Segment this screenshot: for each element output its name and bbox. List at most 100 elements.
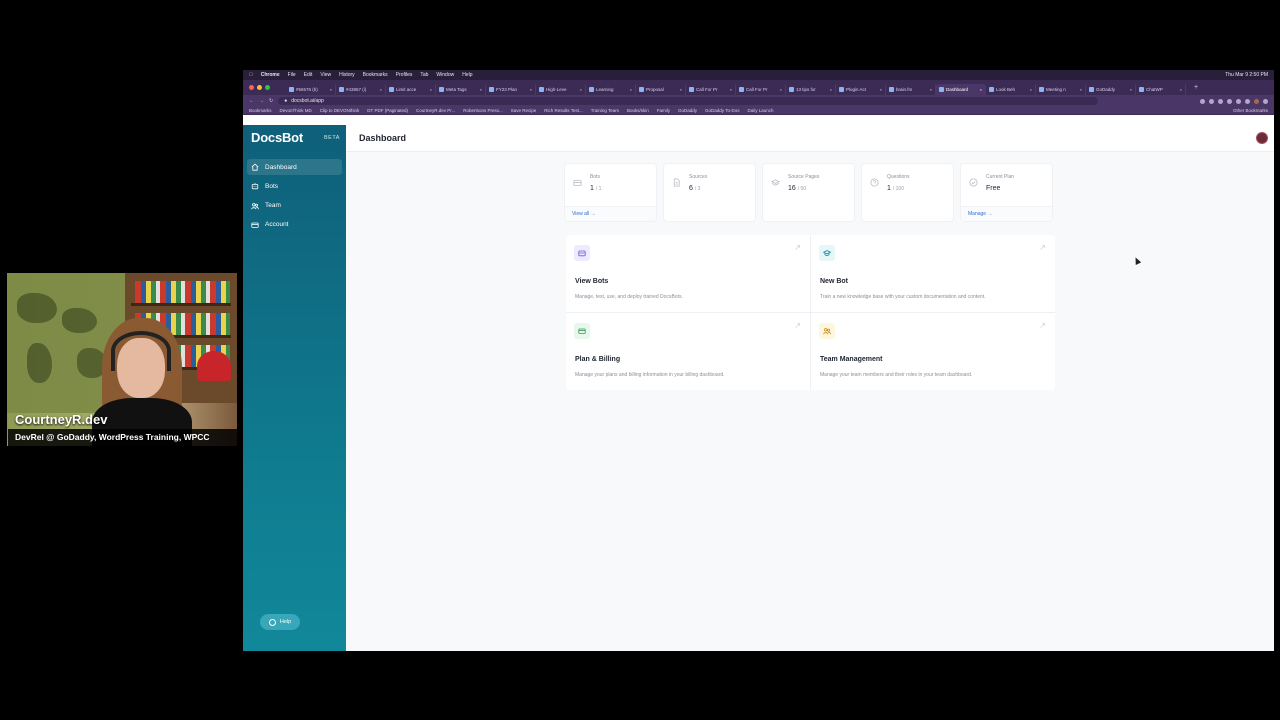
sidebar-item-account[interactable]: Account xyxy=(247,217,342,233)
favicon-icon xyxy=(789,87,794,92)
sidebar-item-bots[interactable]: Bots xyxy=(247,178,342,194)
menu-bookmarks[interactable]: Bookmarks xyxy=(363,72,388,78)
close-tab-icon[interactable]: × xyxy=(730,87,732,92)
close-tab-icon[interactable]: × xyxy=(630,87,632,92)
bookmark-item[interactable]: Rich Results Test... xyxy=(544,108,582,113)
extension-icon[interactable] xyxy=(1200,98,1205,104)
close-tab-icon[interactable]: × xyxy=(680,87,682,92)
extension-icon[interactable] xyxy=(1209,98,1214,104)
browser-tab[interactable]: Plugin Act × xyxy=(836,84,886,95)
browser-tab[interactable]: High-Leve × xyxy=(536,84,586,95)
browser-tab[interactable]: Call For Pr × xyxy=(736,84,786,95)
close-tab-icon[interactable]: × xyxy=(1180,87,1182,92)
browser-tab[interactable]: Call For Pr × xyxy=(686,84,736,95)
close-tab-icon[interactable]: × xyxy=(580,87,582,92)
forward-icon[interactable]: → xyxy=(259,98,264,104)
bookmark-item[interactable]: Save Recipe xyxy=(511,108,537,113)
menu-profiles[interactable]: Profiles xyxy=(396,72,413,78)
extension-icon[interactable] xyxy=(1245,98,1250,104)
manage-plan-link[interactable]: Manage → xyxy=(961,206,1052,221)
menu-app[interactable]: Chrome xyxy=(261,72,280,78)
close-tab-icon[interactable]: × xyxy=(1080,87,1082,92)
menu-help[interactable]: Help xyxy=(462,72,472,78)
browser-tab[interactable]: Meta Tags × xyxy=(436,84,486,95)
reload-icon[interactable]: ↻ xyxy=(269,98,273,104)
bookmark-item[interactable]: Daily Launch xyxy=(747,108,773,113)
extension-icon[interactable] xyxy=(1218,98,1223,104)
close-tab-icon[interactable]: × xyxy=(380,87,382,92)
more-menu-icon[interactable] xyxy=(1263,98,1268,104)
bookmark-item[interactable]: Bookmarks xyxy=(249,108,272,113)
address-bar[interactable]: ● docsbot.ai/app xyxy=(278,97,1099,105)
card-new-bot[interactable]: ↗ New Bot Train a new knowledge base wit… xyxy=(811,235,1055,312)
browser-tab[interactable]: #56576 (b) × xyxy=(286,84,336,95)
close-tab-icon[interactable]: × xyxy=(480,87,482,92)
close-tab-icon[interactable]: × xyxy=(980,87,982,92)
browser-tab[interactable]: Proposal × xyxy=(636,84,686,95)
docsbot-logo[interactable]: DocsBot xyxy=(251,130,303,145)
card-view-bots[interactable]: ↗ View Bots Manage, test, use, and deplo… xyxy=(566,235,810,312)
favicon-icon xyxy=(489,87,494,92)
new-tab-icon[interactable]: + xyxy=(1194,84,1198,91)
browser-tab[interactable]: #43867 (i) × xyxy=(336,84,386,95)
tab-label: Meeting n xyxy=(1046,87,1066,92)
browser-tab[interactable]: Look Beh × xyxy=(986,84,1036,95)
bookmark-item[interactable]: CourtneyR.dev Pr... xyxy=(416,108,455,113)
browser-tab[interactable]: brain.fm × xyxy=(886,84,936,95)
card-description: Manage, test, use, and deploy trained Do… xyxy=(575,294,683,300)
bookmark-list: Bookmarks DevonThink MD Clip to DEVONthink… xyxy=(249,108,773,113)
browser-tab[interactable]: Meeting n × xyxy=(1036,84,1086,95)
menu-tab[interactable]: Tab xyxy=(420,72,428,78)
menu-edit[interactable]: Edit xyxy=(304,72,313,78)
close-tab-icon[interactable]: × xyxy=(880,87,882,92)
stat-card-questions: Questions 1 / 100 xyxy=(862,164,953,221)
extension-icon[interactable] xyxy=(1227,98,1232,104)
help-button[interactable]: Help xyxy=(260,614,300,630)
other-bookmarks[interactable]: Other Bookmarks xyxy=(1233,108,1268,113)
bookmark-item[interactable]: GoDaddy To-Dos xyxy=(705,108,739,113)
close-tab-icon[interactable]: × xyxy=(780,87,782,92)
zoom-window-icon[interactable] xyxy=(265,85,270,90)
bookmark-item[interactable]: Clip to DEVONthink xyxy=(320,108,360,113)
browser-tab[interactable]: Dashboard × xyxy=(936,84,986,95)
minimize-window-icon[interactable] xyxy=(257,85,262,90)
menu-history[interactable]: History xyxy=(339,72,355,78)
close-tab-icon[interactable]: × xyxy=(930,87,932,92)
close-tab-icon[interactable]: × xyxy=(530,87,532,92)
bookmark-item[interactable]: DT PDF (Paginated) xyxy=(367,108,408,113)
extension-icon[interactable] xyxy=(1236,98,1241,104)
menu-view[interactable]: View xyxy=(320,72,331,78)
sidebar-item-dashboard[interactable]: Dashboard xyxy=(247,159,342,175)
profile-icon[interactable] xyxy=(1254,98,1259,104)
browser-tab[interactable]: Learning × xyxy=(586,84,636,95)
browser-tab[interactable]: Limit acce × xyxy=(386,84,436,95)
menu-window[interactable]: Window xyxy=(436,72,454,78)
card-plan-billing[interactable]: ↗ Plan & Billing Manage your plans and b… xyxy=(566,313,810,390)
bookmark-item[interactable]: DevonThink MD xyxy=(280,108,312,113)
stat-value: Free xyxy=(986,185,1001,192)
browser-tab[interactable]: 13 tips for × xyxy=(786,84,836,95)
sidebar-item-team[interactable]: Team xyxy=(247,198,342,214)
stat-value: 1 / 100 xyxy=(887,185,904,192)
view-all-bots-link[interactable]: View all → xyxy=(565,206,656,221)
card-team-management[interactable]: ↗ Team Management Manage your team membe… xyxy=(811,313,1055,390)
tab-label: Look Beh xyxy=(996,87,1016,92)
browser-tab[interactable]: GoDaddy × xyxy=(1086,84,1136,95)
browser-tab[interactable]: FY23 Plan × xyxy=(486,84,536,95)
menu-file[interactable]: File xyxy=(288,72,296,78)
close-tab-icon[interactable]: × xyxy=(830,87,832,92)
close-tab-icon[interactable]: × xyxy=(330,87,332,92)
close-tab-icon[interactable]: × xyxy=(1030,87,1032,92)
close-tab-icon[interactable]: × xyxy=(430,87,432,92)
close-tab-icon[interactable]: × xyxy=(1130,87,1132,92)
bookmark-item[interactable]: Family xyxy=(657,108,670,113)
bookmark-item[interactable]: Robertsons Press... xyxy=(463,108,503,113)
close-window-icon[interactable] xyxy=(249,85,254,90)
bookmark-item[interactable]: Training Team xyxy=(591,108,619,113)
browser-tab[interactable]: ChatWP × xyxy=(1136,84,1186,95)
apple-icon[interactable]:  xyxy=(249,72,253,78)
bookmark-item[interactable]: GoDaddy xyxy=(678,108,697,113)
bookmark-item[interactable]: Books/skin xyxy=(627,108,649,113)
user-avatar[interactable] xyxy=(1256,132,1268,144)
back-icon[interactable]: ← xyxy=(249,98,254,104)
